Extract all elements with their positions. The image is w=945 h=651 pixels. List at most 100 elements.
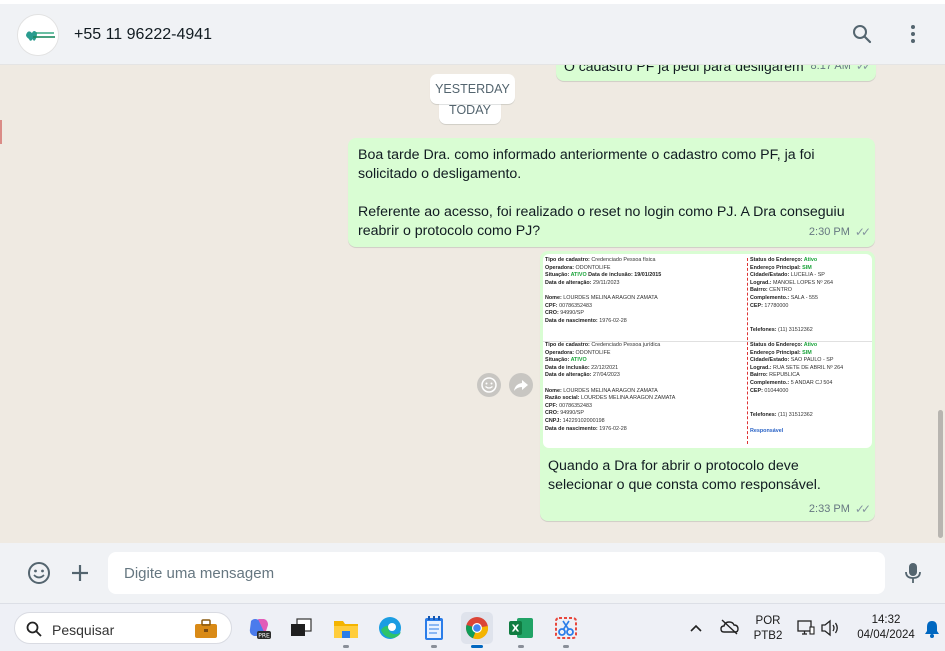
doc-field-value: LOURDES MELINA ARAGON ZAMATA: [579, 395, 676, 402]
chevron-down-icon[interactable]: [848, 258, 866, 276]
doc-row: Razão social: LOURDES MELINA ARAGON ZAMA…: [545, 395, 743, 403]
tray-onedrive[interactable]: [720, 619, 740, 640]
forward-button[interactable]: [509, 373, 533, 397]
message-time: 8:17 AM: [810, 65, 851, 72]
doc-field-label: Operadora:: [545, 349, 575, 356]
message-bubble-partial[interactable]: O cadastro PF já pedi para desligarem 8:…: [556, 65, 876, 81]
document-image[interactable]: Tipo de cadastro: Credenciado Pessoa fís…: [543, 254, 872, 448]
chat-area[interactable]: O cadastro PF já pedi para desligarem 8:…: [0, 65, 945, 543]
doc-field-label: Razão social:: [545, 395, 580, 402]
doc-row: Data de alteração: 27/04/2023: [545, 372, 743, 380]
doc-field-label: Complemento.:: [750, 294, 790, 301]
taskbar-notepad[interactable]: [418, 612, 450, 648]
emoji-icon: [28, 562, 50, 584]
copilot-icon: PRE: [249, 619, 271, 640]
doc-row: CEP: 17780000: [750, 303, 870, 311]
attach-button[interactable]: [66, 559, 94, 587]
outgoing-message[interactable]: Boa tarde Dra. como informado anteriorme…: [348, 138, 875, 247]
doc-field-label: Lograd.:: [750, 364, 772, 371]
doc-field-value: SALA - 555: [789, 294, 819, 301]
taskbar-chrome[interactable]: [461, 612, 493, 648]
message-line: reabrir o protocolo como PJ?: [358, 223, 541, 239]
doc-row: Data de inclusão: 22/12/2021: [545, 365, 743, 373]
plus-icon: [72, 565, 88, 581]
taskbar-search[interactable]: Pesquisar: [14, 612, 232, 644]
doc-field-label: Endereço Principal:: [750, 264, 801, 271]
tray-network[interactable]: [797, 619, 815, 642]
taskbar-taskview[interactable]: [285, 612, 317, 644]
doc-row: Operadora: ODONTOLIFE: [545, 350, 743, 358]
contact-avatar[interactable]: [17, 14, 59, 56]
message-text: O cadastro PF já pedi para desligarem: [564, 65, 804, 74]
doc-field-label: Data de inclusão:: [545, 364, 590, 371]
divider-dashed: [747, 258, 748, 444]
doc-row: Endereço Principal: SIM: [750, 350, 870, 358]
doc-field-label: Tipo de cadastro:: [545, 342, 590, 348]
doc-field-value: ATIVO: [569, 272, 587, 279]
chat-scrollbar[interactable]: [938, 410, 943, 538]
doc-field-label: Nome:: [545, 294, 562, 301]
doc-row: Operadora: ODONTOLIFE: [545, 265, 743, 273]
language-code: POR: [755, 615, 781, 627]
doc-field-label: Data de nascimento:: [545, 425, 598, 432]
doc-row: CEP: 01044000: [750, 388, 870, 396]
menu-button[interactable]: [899, 20, 927, 48]
message-line: Referente ao acesso, foi realizado o res…: [358, 204, 845, 220]
svg-text:PRE: PRE: [258, 633, 270, 640]
doc-row: Lograd.: RUA SETE DE ABRIL Nº 264: [750, 365, 870, 373]
contact-name[interactable]: +55 11 96222-4941: [74, 26, 212, 44]
taskbar-edge[interactable]: [374, 612, 406, 644]
cloud-off-icon: [720, 619, 739, 635]
doc-row: Complemento.: 5 ANDAR CJ 504: [750, 380, 870, 388]
taskbar-clock[interactable]: 14:32 04/04/2024: [850, 613, 922, 643]
doc-field-value: Ativo: [802, 257, 818, 263]
image-message[interactable]: Tipo de cadastro: Credenciado Pessoa fís…: [540, 251, 875, 521]
emoji-icon: [481, 377, 497, 393]
message-input[interactable]: [108, 552, 885, 594]
doc-field-value: 17780000: [762, 302, 789, 309]
tray-overflow-button[interactable]: [689, 620, 707, 638]
doc-row: Telefones: (11) 31512362: [750, 412, 870, 420]
emoji-button[interactable]: [25, 559, 53, 587]
taskbar-file-explorer[interactable]: [330, 612, 362, 648]
search-button[interactable]: [848, 20, 876, 48]
doc-field-value: REPUBLICA: [767, 372, 800, 379]
double-check-icon: ✓✓: [855, 65, 872, 73]
snipping-tool-icon: [555, 617, 577, 639]
doc-row: Lograd.: MANOEL LOPES Nº 264: [750, 280, 870, 288]
microphone-icon: [905, 563, 921, 583]
running-indicator: [343, 645, 349, 648]
doc-field-value: LOURDES MELINA ARAGON ZAMATA: [561, 387, 658, 394]
more-vertical-icon: [911, 25, 915, 43]
doc-row: Data de nascimento: 1976-02-28: [545, 426, 743, 434]
doc-block1-phone: Telefones: (11) 31512362: [750, 327, 870, 335]
notifications-button[interactable]: [924, 620, 940, 643]
input-language[interactable]: POR PTB2: [751, 614, 785, 644]
doc-field-label: Bairro:: [750, 287, 768, 294]
doc-field-label: Data de nascimento:: [545, 317, 598, 324]
doc-row: [545, 380, 743, 388]
doc-field-value: (11) 31512362: [776, 412, 813, 418]
mic-button[interactable]: [899, 559, 927, 587]
taskbar-excel[interactable]: X: [505, 612, 537, 648]
message-time: 2:30 PM: [808, 226, 850, 238]
doc-field-label: CRO:: [545, 310, 559, 317]
search-icon: [26, 621, 42, 637]
doc-field-value: 27/04/2023: [591, 372, 620, 379]
doc-row: Situação: ATIVO Data de inclusão: 19/01/…: [545, 272, 743, 280]
doc-field-value: 5 ANDAR CJ 504: [789, 379, 833, 386]
doc-field-value: LOURDES MELINA ARAGON ZAMATA: [561, 294, 658, 301]
message-line: solicitado o desligamento.: [358, 166, 522, 182]
tray-volume[interactable]: [820, 619, 840, 642]
doc-field-value: 22/12/2021: [589, 364, 619, 371]
taskbar-copilot[interactable]: PRE: [243, 612, 275, 644]
briefcase-icon: [195, 619, 217, 638]
chat-header: +55 11 96222-4941: [0, 4, 945, 65]
doc-field-value: MANOEL LOPES Nº 264: [771, 279, 833, 286]
doc-row: CRO: 94990/SP: [545, 310, 743, 318]
keyboard-layout: PTB2: [753, 630, 783, 642]
doc-field-value: (11) 31512362: [776, 327, 813, 333]
taskbar-snipping-tool[interactable]: [550, 612, 582, 648]
react-button[interactable]: [477, 373, 501, 397]
